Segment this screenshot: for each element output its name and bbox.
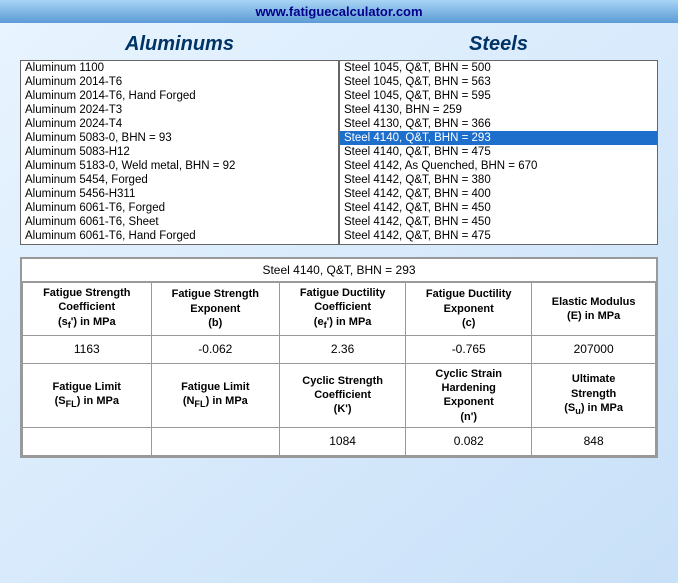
main-content: Aluminums Aluminum 1100Aluminum 2014-T6A… bbox=[0, 23, 678, 583]
site-header: www.fatiguecalculator.com bbox=[0, 0, 678, 23]
header-fatigue-ductility-coeff: Fatigue DuctilityCoefficient(ef') in MPa bbox=[280, 283, 406, 336]
list-item[interactable]: Aluminum 2014-T6 bbox=[21, 75, 338, 89]
list-item[interactable]: Aluminum 2014-T6, Hand Forged bbox=[21, 89, 338, 103]
val-fatigue-strength-exp: -0.062 bbox=[151, 335, 280, 363]
list-item[interactable]: Aluminum 2024-T3 bbox=[21, 103, 338, 117]
val-fatigue-strength-coeff: 1163 bbox=[23, 335, 152, 363]
lists-container: Aluminums Aluminum 1100Aluminum 2014-T6A… bbox=[20, 33, 658, 245]
list-item[interactable]: Aluminum 6061-T6, Forged bbox=[21, 201, 338, 215]
val-fatigue-ductility-coeff: 2.36 bbox=[280, 335, 406, 363]
list-item[interactable]: Steel 1045, Q&T, BHN = 563 bbox=[340, 75, 657, 89]
header-fatigue-ductility-exp: Fatigue DuctilityExponent(c) bbox=[406, 283, 532, 336]
val-fatigue-limit-sfl bbox=[23, 427, 152, 455]
header-elastic-modulus: Elastic Modulus(E) in MPa bbox=[532, 283, 656, 336]
list-item[interactable]: Steel 4142, Q&T, BHN = 450 bbox=[340, 201, 657, 215]
val-cyclic-strength-coeff: 1084 bbox=[280, 427, 406, 455]
list-item[interactable]: Steel 4142, Q&T, BHN = 380 bbox=[340, 173, 657, 187]
list-item[interactable]: Steel 4130, BHN = 259 bbox=[340, 103, 657, 117]
list-item[interactable]: Aluminum 5083-H12 bbox=[21, 145, 338, 159]
val-fatigue-limit-nfl bbox=[151, 427, 280, 455]
list-item[interactable]: Steel 4140, Q&T, BHN = 475 bbox=[340, 145, 657, 159]
list-item[interactable]: Steel 4142, Q&T, BHN = 400 bbox=[340, 187, 657, 201]
properties-table: Fatigue StrengthCoefficient(sf') in MPa … bbox=[22, 282, 656, 456]
properties-section: Steel 4140, Q&T, BHN = 293 Fatigue Stren… bbox=[20, 257, 658, 458]
header-fatigue-strength-exp: Fatigue StrengthExponent(b) bbox=[151, 283, 280, 336]
list-item[interactable]: Aluminum 5183-0, Weld metal, BHN = 92 bbox=[21, 159, 338, 173]
aluminums-section: Aluminums Aluminum 1100Aluminum 2014-T6A… bbox=[20, 33, 339, 245]
list-item[interactable]: Steel 4142, Q&T, BHN = 450 bbox=[340, 215, 657, 229]
properties-title: Steel 4140, Q&T, BHN = 293 bbox=[22, 259, 656, 282]
header-url: www.fatiguecalculator.com bbox=[255, 4, 422, 19]
list-item[interactable]: Aluminum 6061-T6, Hand Forged bbox=[21, 229, 338, 243]
list-item[interactable]: Aluminum 1100 bbox=[21, 61, 338, 75]
val-ultimate-strength: 848 bbox=[532, 427, 656, 455]
list-item[interactable]: Steel 1045, Q&T, BHN = 500 bbox=[340, 61, 657, 75]
list-item[interactable]: Aluminum 5456-H311 bbox=[21, 187, 338, 201]
list-item[interactable]: Aluminum 6061-T6, Sheet bbox=[21, 215, 338, 229]
header-cyclic-strain-hardening: Cyclic StrainHardeningExponent(n') bbox=[406, 363, 532, 427]
prop-headers-row1: Fatigue StrengthCoefficient(sf') in MPa … bbox=[23, 283, 656, 336]
steels-section: Steels Steel 1045, Q&T, BHN = 500Steel 1… bbox=[339, 33, 658, 245]
header-fatigue-strength-coeff: Fatigue StrengthCoefficient(sf') in MPa bbox=[23, 283, 152, 336]
list-item[interactable]: Steel 4140, Q&T, BHN = 293 bbox=[340, 131, 657, 145]
list-item[interactable]: Steel 4142, Q&T, BHN = 475 bbox=[340, 229, 657, 243]
list-item[interactable]: Aluminum 2024-T4 bbox=[21, 117, 338, 131]
header-ultimate-strength: UltimateStrength(Su) in MPa bbox=[532, 363, 656, 427]
val-elastic-modulus: 207000 bbox=[532, 335, 656, 363]
header-fatigue-limit-nfl: Fatigue Limit(NFL) in MPa bbox=[151, 363, 280, 427]
list-item[interactable]: Steel 4142, As Quenched, BHN = 670 bbox=[340, 159, 657, 173]
val-cyclic-strain-hardening: 0.082 bbox=[406, 427, 532, 455]
aluminums-listbox[interactable]: Aluminum 1100Aluminum 2014-T6Aluminum 20… bbox=[20, 60, 339, 245]
aluminums-title: Aluminums bbox=[20, 33, 339, 56]
steels-title: Steels bbox=[339, 33, 658, 56]
list-item[interactable]: Aluminum 5454, Forged bbox=[21, 173, 338, 187]
header-cyclic-strength-coeff: Cyclic StrengthCoefficient(K') bbox=[280, 363, 406, 427]
prop-values-row1: 1163 -0.062 2.36 -0.765 207000 bbox=[23, 335, 656, 363]
val-fatigue-ductility-exp: -0.765 bbox=[406, 335, 532, 363]
steels-listbox[interactable]: Steel 1045, Q&T, BHN = 500Steel 1045, Q&… bbox=[339, 60, 658, 245]
list-item[interactable]: Steel 4130, Q&T, BHN = 366 bbox=[340, 117, 657, 131]
prop-headers-row2: Fatigue Limit(SFL) in MPa Fatigue Limit(… bbox=[23, 363, 656, 427]
list-item[interactable]: Aluminum 5083-0, BHN = 93 bbox=[21, 131, 338, 145]
prop-values-row2: 1084 0.082 848 bbox=[23, 427, 656, 455]
header-fatigue-limit-sfl: Fatigue Limit(SFL) in MPa bbox=[23, 363, 152, 427]
list-item[interactable]: Steel 1045, Q&T, BHN = 595 bbox=[340, 89, 657, 103]
